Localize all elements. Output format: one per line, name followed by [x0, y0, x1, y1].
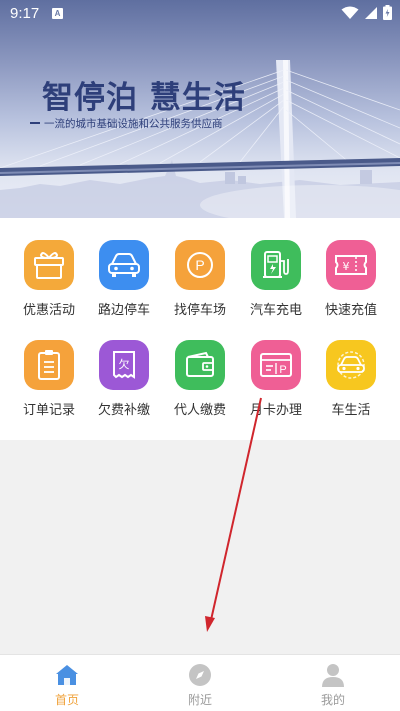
grid-label: 欠费补缴 [97, 403, 150, 418]
bottom-nav: 首页 附近 我的 [0, 654, 400, 711]
tab-nearby[interactable]: 附近 [160, 662, 240, 708]
tab-label: 首页 [54, 693, 79, 707]
svg-text:欠: 欠 [119, 357, 130, 371]
car-life-icon [326, 340, 376, 390]
notification-icon: A [52, 8, 63, 19]
order-icon [24, 340, 74, 390]
grid-item-order-records[interactable]: 订单记录 [11, 340, 87, 418]
profile-icon [293, 662, 373, 688]
wifi-icon [341, 6, 359, 19]
status-icons [341, 5, 392, 20]
car-icon [99, 240, 149, 290]
grid-label: 路边停车 [97, 303, 150, 318]
compass-icon [160, 662, 240, 688]
grid-item-roadside-parking[interactable]: 路边停车 [86, 240, 162, 318]
grid-label: 快速充值 [324, 303, 377, 318]
grid-item-quick-recharge[interactable]: ¥ 快速充值 [313, 240, 389, 318]
tab-home[interactable]: 首页 [27, 662, 107, 708]
service-grid: 优惠活动 路边停车 P 找停车场 汽车充电 ¥ 快速充值 订单记录 欠 欠费补缴… [0, 218, 400, 440]
tab-profile[interactable]: 我的 [293, 662, 373, 708]
banner-title: 智停泊 慧生活 [42, 80, 246, 116]
monthly-card-icon: P [251, 340, 301, 390]
grid-label: 找停车场 [173, 303, 226, 318]
svg-text:P: P [195, 257, 204, 273]
signal-icon [365, 6, 377, 19]
grid-item-monthly-card[interactable]: P 月卡办理 [238, 340, 314, 418]
wallet-icon [175, 340, 225, 390]
grid-label: 优惠活动 [22, 303, 75, 318]
tab-label: 附近 [187, 693, 212, 707]
svg-text:P: P [279, 364, 286, 376]
grid-item-promotions[interactable]: 优惠活动 [11, 240, 87, 318]
grid-item-arrears-payment[interactable]: 欠 欠费补缴 [86, 340, 162, 418]
grid-label: 月卡办理 [249, 403, 302, 418]
grid-label: 车生活 [331, 403, 371, 418]
grid-item-ev-charging[interactable]: 汽车充电 [238, 240, 314, 318]
home-icon [27, 662, 107, 688]
grid-item-pay-for-others[interactable]: 代人缴费 [162, 340, 238, 418]
grid-label: 汽车充电 [249, 303, 302, 318]
grid-item-car-life[interactable]: 车生活 [313, 340, 389, 418]
banner-subtitle: 一流的城市基础设施和公共服务供应商 [30, 118, 223, 130]
recharge-icon: ¥ [326, 240, 376, 290]
arrears-icon: 欠 [99, 340, 149, 390]
status-bar: 9:17 A [0, 0, 400, 28]
gift-icon [24, 240, 74, 290]
grid-label: 代人缴费 [173, 403, 226, 418]
tab-label: 我的 [320, 693, 345, 707]
hero-banner[interactable]: 智停泊 慧生活 一流的城市基础设施和公共服务供应商 [0, 0, 400, 218]
svg-text:¥: ¥ [343, 260, 350, 273]
grid-label: 订单记录 [22, 403, 75, 418]
battery-icon [383, 5, 392, 20]
charging-icon [251, 240, 301, 290]
parking-icon: P [175, 240, 225, 290]
status-time: 9:17 [10, 5, 40, 22]
grid-item-find-parking[interactable]: P 找停车场 [162, 240, 238, 318]
